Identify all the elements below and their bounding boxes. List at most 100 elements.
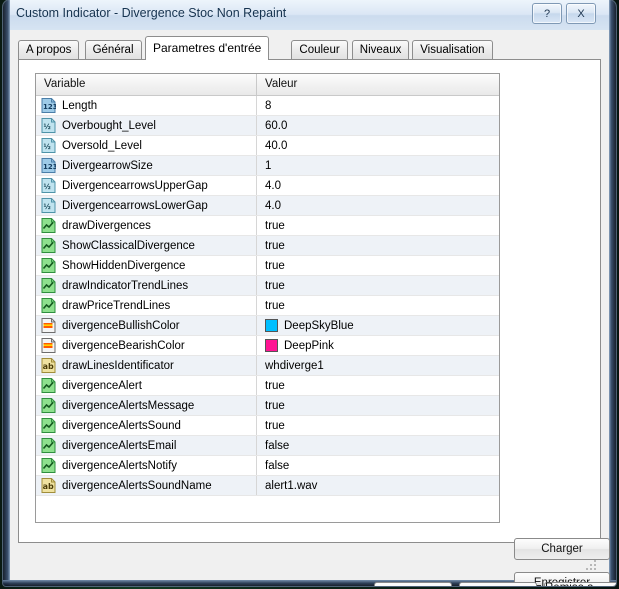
table-row[interactable]: divergenceAlertsEmail false xyxy=(36,436,499,456)
dialog-client-area: A propos Général Parametres d'entrée Couleu… xyxy=(10,30,616,586)
table-row[interactable]: ShowHiddenDivergence true xyxy=(36,256,499,276)
parameter-name-label: drawLinesIdentificator xyxy=(62,359,174,372)
parameter-name-cell: drawPriceTrendLines xyxy=(36,296,257,315)
parameter-name-label: Oversold_Level xyxy=(62,139,142,152)
parameter-value-cell[interactable]: true xyxy=(257,236,499,255)
parameter-value-cell[interactable]: false xyxy=(257,456,499,475)
svg-text:½: ½ xyxy=(44,143,51,151)
title-bar[interactable]: Custom Indicator - Divergence Stoc Non R… xyxy=(10,0,609,30)
tab-g-n-ral[interactable]: Général xyxy=(84,40,142,59)
tab-visualisation[interactable]: Visualisation xyxy=(412,40,493,59)
parameter-value-cell[interactable]: true xyxy=(257,416,499,435)
parameter-name-label: divergenceAlert xyxy=(62,379,142,392)
table-row[interactable]: ½ Oversold_Level 40.0 xyxy=(36,136,499,156)
color-icon xyxy=(41,318,56,333)
load-button-label: Charger xyxy=(541,543,583,555)
resize-grip[interactable] xyxy=(586,560,598,572)
parameter-value-cell[interactable]: true xyxy=(257,256,499,275)
tab-label: Parametres d'entrée xyxy=(153,41,262,55)
parameter-name-cell: ½ DivergencearrowsLowerGap xyxy=(36,196,257,215)
parameter-value-cell[interactable]: 4.0 xyxy=(257,196,499,215)
parameter-value-cell[interactable]: whdiverge1 xyxy=(257,356,499,375)
parameter-value-label: false xyxy=(265,459,290,472)
help-button[interactable]: ? xyxy=(532,3,562,24)
svg-text:½: ½ xyxy=(44,203,51,211)
parameter-value-cell[interactable]: false xyxy=(257,436,499,455)
parameter-name-cell: divergenceBearishColor xyxy=(36,336,257,355)
color-swatch xyxy=(265,319,278,332)
parameter-value-label: alert1.wav xyxy=(265,479,318,492)
string-icon: ab xyxy=(41,358,56,373)
parameter-value-cell[interactable]: true xyxy=(257,396,499,415)
bool-icon xyxy=(41,258,56,273)
parameter-value-cell[interactable]: DeepPink xyxy=(257,336,499,355)
parameter-value-cell[interactable]: true xyxy=(257,296,499,315)
parameter-value-cell[interactable]: true xyxy=(257,276,499,295)
close-icon: X xyxy=(577,7,585,20)
bool-icon xyxy=(41,378,56,393)
parameters-table[interactable]: Variable Valeur 123 Length 8 ½ Overbought_L… xyxy=(35,73,500,523)
table-row[interactable]: drawIndicatorTrendLines true xyxy=(36,276,499,296)
parameter-name-cell: divergenceBullishColor xyxy=(36,316,257,335)
table-row[interactable]: drawPriceTrendLines true xyxy=(36,296,499,316)
ok-button[interactable]: OK xyxy=(374,582,452,586)
reset-button-label: Remise a zéro xyxy=(545,582,616,587)
svg-text:½: ½ xyxy=(44,123,51,131)
table-row[interactable]: divergenceAlertsSound true xyxy=(36,416,499,436)
tab-label: Général xyxy=(92,44,134,56)
parameter-name-label: divergenceAlertsSound xyxy=(62,419,181,432)
parameter-name-label: DivergencearrowsUpperGap xyxy=(62,179,208,192)
parameter-value-label: true xyxy=(265,259,285,272)
parameter-value-label: false xyxy=(265,439,290,452)
load-button[interactable]: Charger xyxy=(514,538,610,560)
table-row[interactable]: ½ Overbought_Level 60.0 xyxy=(36,116,499,136)
parameter-value-cell[interactable]: 1 xyxy=(257,156,499,175)
parameter-value-cell[interactable]: true xyxy=(257,216,499,235)
tab-niveaux[interactable]: Niveaux xyxy=(351,40,410,59)
table-row[interactable]: ab drawLinesIdentificator whdiverge1 xyxy=(36,356,499,376)
table-row[interactable]: divergenceAlert true xyxy=(36,376,499,396)
parameter-value-label: 4.0 xyxy=(265,179,281,192)
window-title: Custom Indicator - Divergence Stoc Non R… xyxy=(16,6,287,20)
parameter-value-label: true xyxy=(265,279,285,292)
table-row[interactable]: ½ DivergencearrowsUpperGap 4.0 xyxy=(36,176,499,196)
parameter-name-label: drawDivergences xyxy=(62,219,151,232)
tab-strip: A propos Général Parametres d'entrée Couleu… xyxy=(18,36,601,60)
parameter-value-cell[interactable]: 60.0 xyxy=(257,116,499,135)
svg-text:123: 123 xyxy=(43,163,56,171)
table-row[interactable]: drawDivergences true xyxy=(36,216,499,236)
table-row[interactable]: divergenceAlertsMessage true xyxy=(36,396,499,416)
parameter-name-label: DivergearrowSize xyxy=(62,159,153,172)
parameter-value-cell[interactable]: alert1.wav xyxy=(257,476,499,495)
parameter-name-label: drawIndicatorTrendLines xyxy=(62,279,189,292)
question-mark-icon: ? xyxy=(543,7,551,20)
parameter-value-cell[interactable]: true xyxy=(257,376,499,395)
parameter-name-label: drawPriceTrendLines xyxy=(62,299,171,312)
tab-a-propos[interactable]: A propos xyxy=(18,40,80,59)
table-row[interactable]: divergenceBullishColor DeepSkyBlue xyxy=(36,316,499,336)
parameter-value-cell[interactable]: 4.0 xyxy=(257,176,499,195)
tab-label: Visualisation xyxy=(420,44,485,56)
parameter-value-label: DeepSkyBlue xyxy=(284,319,354,332)
parameter-name-label: divergenceAlertsMessage xyxy=(62,399,195,412)
tab-parametres-d-entr-e[interactable]: Parametres d'entrée xyxy=(145,36,270,60)
close-button[interactable]: X xyxy=(566,3,596,24)
parameter-name-cell: divergenceAlert xyxy=(36,376,257,395)
cancel-button[interactable]: Annuler xyxy=(459,582,537,586)
parameter-value-label: true xyxy=(265,419,285,432)
parameter-value-cell[interactable]: DeepSkyBlue xyxy=(257,316,499,335)
table-row[interactable]: ½ DivergencearrowsLowerGap 4.0 xyxy=(36,196,499,216)
parameter-value-cell[interactable]: 40.0 xyxy=(257,136,499,155)
tab-couleur[interactable]: Couleur xyxy=(291,40,348,59)
table-row[interactable]: divergenceBearishColor DeepPink xyxy=(36,336,499,356)
bool-icon xyxy=(41,218,56,233)
reset-button[interactable]: Remise a zéro xyxy=(544,582,616,586)
table-row[interactable]: ShowClassicalDivergence true xyxy=(36,236,499,256)
table-row[interactable]: 123 DivergearrowSize 1 xyxy=(36,156,499,176)
table-row[interactable]: ab divergenceAlertsSoundName alert1.wav xyxy=(36,476,499,496)
parameter-value-cell[interactable]: 8 xyxy=(257,96,499,115)
table-row[interactable]: divergenceAlertsNotify false xyxy=(36,456,499,476)
parameter-value-label: true xyxy=(265,399,285,412)
bool-icon xyxy=(41,458,56,473)
table-row[interactable]: 123 Length 8 xyxy=(36,96,499,116)
